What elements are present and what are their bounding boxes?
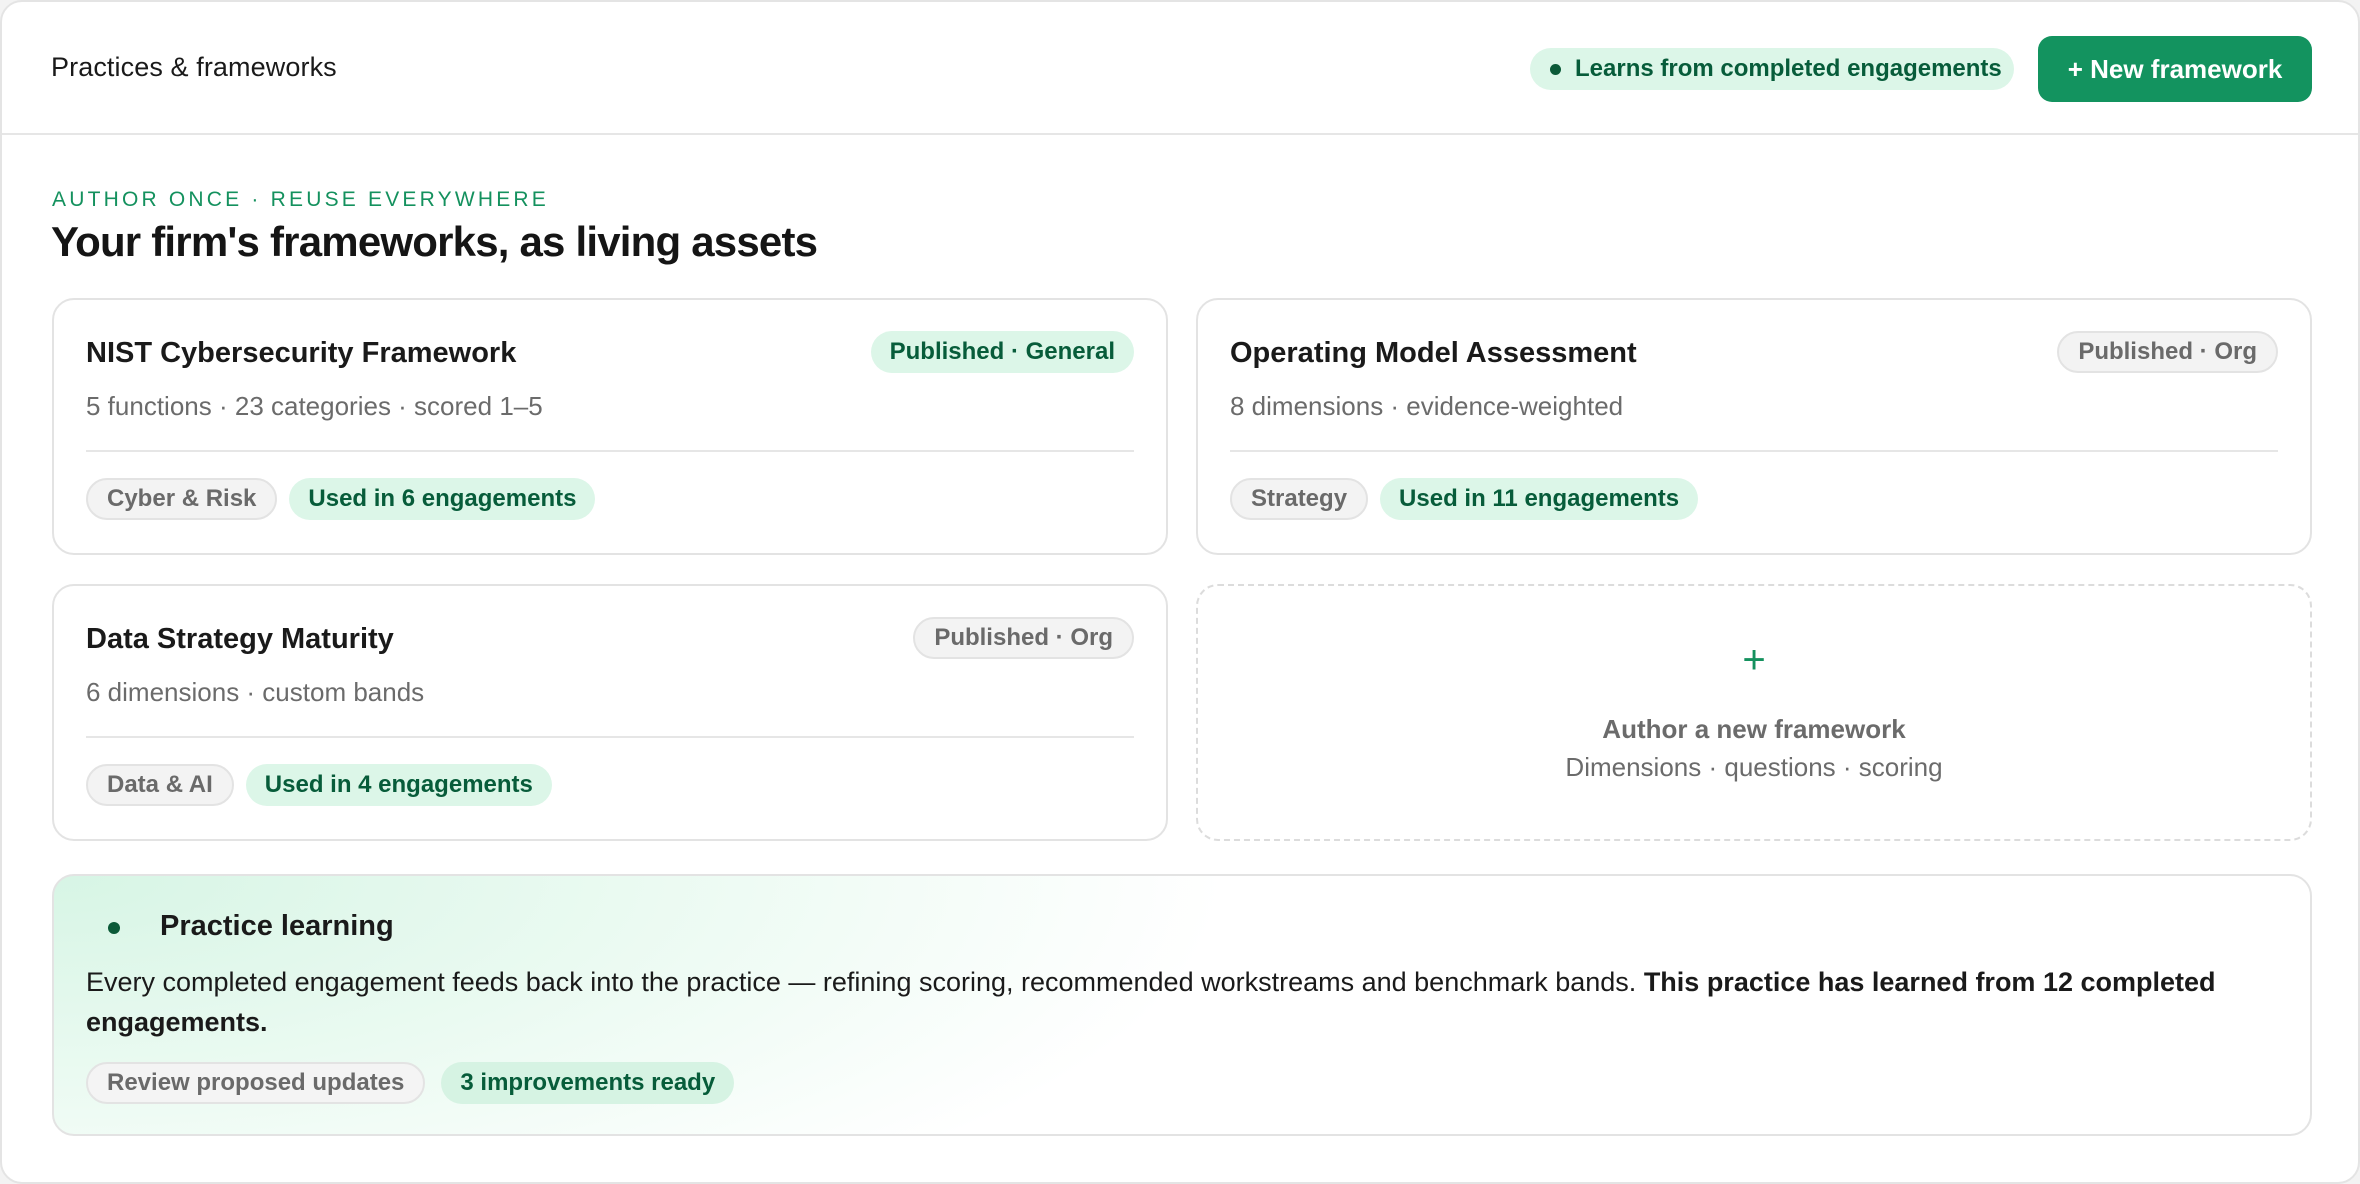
framework-name: NIST Cybersecurity Framework xyxy=(86,337,517,369)
page-section-title: Practices & frameworks xyxy=(51,52,337,82)
framework-status-badge: Published · General xyxy=(870,331,1134,373)
framework-meta: 6 dimensions · custom bands xyxy=(86,677,425,707)
practice-tag: Strategy xyxy=(1230,478,1369,520)
framework-meta: 5 functions · 23 categories · scored 1–5 xyxy=(86,391,543,421)
page-title: Your firm's frameworks, as living assets xyxy=(51,218,818,265)
review-proposed-updates-button[interactable]: Review proposed updates xyxy=(86,1062,426,1104)
framework-name: Data Strategy Maturity xyxy=(86,623,394,655)
framework-tags: Strategy Used in 11 engagements xyxy=(1230,478,1699,520)
learning-body-text: Every completed engagement feeds back in… xyxy=(86,967,1644,997)
usage-tag: Used in 11 engagements xyxy=(1380,478,1699,520)
framework-meta: 8 dimensions · evidence-weighted xyxy=(1230,391,1624,421)
framework-card-nist[interactable]: NIST Cybersecurity Framework Published ·… xyxy=(52,298,1168,555)
hero-eyebrow: AUTHOR ONCE · REUSE EVERYWHERE xyxy=(52,188,549,211)
practice-learning-title: Practice learning xyxy=(160,910,394,942)
framework-status-badge: Published · Org xyxy=(913,617,1134,659)
learning-status-label: Learns from completed engagements xyxy=(1575,55,2002,82)
framework-tags: Data & AI Used in 4 engagements xyxy=(86,764,552,806)
card-divider xyxy=(86,736,1134,738)
usage-tag: Used in 4 engagements xyxy=(245,764,552,806)
practice-learning-description: Every completed engagement feeds back in… xyxy=(86,962,2236,1042)
status-dot-icon xyxy=(1550,63,1561,75)
new-framework-button[interactable]: + New framework xyxy=(2038,36,2312,102)
card-divider xyxy=(1230,450,2278,452)
add-card-title: Author a new framework xyxy=(1602,714,1906,744)
framework-status-badge: Published · Org xyxy=(2057,331,2278,373)
plus-icon: + xyxy=(1742,638,1766,682)
usage-tag: Used in 6 engagements xyxy=(289,478,596,520)
top-bar: Practices & frameworks Learns from compl… xyxy=(2,2,2358,135)
framework-tags: Cyber & Risk Used in 6 engagements xyxy=(86,478,596,520)
status-dot-icon xyxy=(108,922,120,934)
card-divider xyxy=(86,450,1134,452)
add-card-subtitle: Dimensions · questions · scoring xyxy=(1565,752,1943,782)
app-window: Practices & frameworks Learns from compl… xyxy=(0,0,2360,1184)
learning-actions: Review proposed updates 3 improvements r… xyxy=(86,1062,735,1104)
practice-learning-panel: Practice learning Every completed engage… xyxy=(52,874,2312,1136)
author-new-framework-card[interactable]: + Author a new framework Dimensions · qu… xyxy=(1196,584,2312,841)
framework-card-operating-model[interactable]: Operating Model Assessment Published · O… xyxy=(1196,298,2312,555)
framework-card-data-strategy[interactable]: Data Strategy Maturity Published · Org 6… xyxy=(52,584,1168,841)
practice-tag: Data & AI xyxy=(86,764,234,806)
learning-status-badge: Learns from completed engagements xyxy=(1530,48,2014,90)
improvements-ready-badge: 3 improvements ready xyxy=(441,1062,735,1104)
practice-tag: Cyber & Risk xyxy=(86,478,278,520)
framework-name: Operating Model Assessment xyxy=(1230,337,1637,369)
